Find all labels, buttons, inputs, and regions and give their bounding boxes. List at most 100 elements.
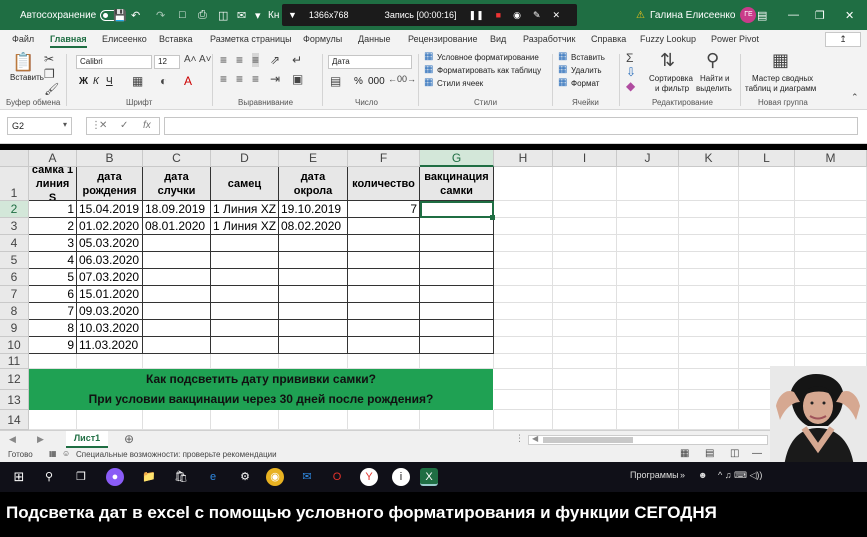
tab-power-pivot[interactable]: Power Pivot <box>711 34 759 44</box>
font-name-select[interactable]: Calibri <box>76 55 152 69</box>
grid-cell[interactable] <box>679 369 739 390</box>
delete-cells-button[interactable]: Удалить <box>571 66 602 75</box>
table-cell-e[interactable] <box>279 235 348 252</box>
table-cell-a[interactable]: 6 <box>29 286 77 303</box>
grid-cell[interactable] <box>494 390 553 410</box>
table-header-c[interactable]: дата случки <box>143 167 211 201</box>
column-header-j[interactable]: J <box>617 150 679 167</box>
table-cell-g[interactable] <box>420 320 494 337</box>
autosum-icon[interactable]: Σ <box>626 51 633 65</box>
table-cell-a[interactable]: 7 <box>29 303 77 320</box>
grid-cell[interactable] <box>348 354 420 369</box>
table-cell-e[interactable]: 08.02.2020 <box>279 218 348 235</box>
table-cell-a[interactable]: 4 <box>29 252 77 269</box>
grid-cell[interactable] <box>494 201 553 218</box>
table-cell-f[interactable] <box>348 320 420 337</box>
table-cell-f[interactable] <box>348 286 420 303</box>
grid-cell[interactable] <box>553 337 617 354</box>
grid-cell[interactable] <box>739 269 795 286</box>
grid-cell[interactable] <box>617 369 679 390</box>
filter-button[interactable]: и фильтр <box>655 84 689 93</box>
column-header-d[interactable]: D <box>211 150 279 167</box>
decrease-font-icon[interactable]: A˅ <box>199 54 212 65</box>
table-cell-d[interactable]: 1 Линия XZ <box>211 218 279 235</box>
recorder-pen-icon[interactable]: ✎ <box>533 10 541 21</box>
bold-button[interactable]: Ж <box>79 76 88 87</box>
collapse-ribbon-icon[interactable]: ⌃ <box>851 92 859 103</box>
grid-cell[interactable] <box>617 410 679 430</box>
table-cell-a[interactable]: 3 <box>29 235 77 252</box>
grid-cell[interactable] <box>494 218 553 235</box>
table-cell-e[interactable] <box>279 252 348 269</box>
grid-cell[interactable] <box>348 410 420 430</box>
search-icon[interactable]: ⚲ <box>40 468 58 486</box>
share-button[interactable]: ↥ <box>825 32 861 47</box>
column-header-g[interactable]: G <box>420 150 494 167</box>
table-cell-d[interactable] <box>211 269 279 286</box>
restore-icon[interactable]: ❐ <box>815 9 825 22</box>
programs-label[interactable]: Программы <box>630 470 679 480</box>
pivot-wizard-icon[interactable]: ▦ <box>772 50 789 71</box>
align-center-icon[interactable]: ≡ <box>236 72 243 86</box>
find-button[interactable]: Найти и <box>700 74 730 83</box>
grid-cell[interactable] <box>679 269 739 286</box>
table-cell-b[interactable]: 05.03.2020 <box>77 235 143 252</box>
tab-fuzzy-lookup[interactable]: Fuzzy Lookup <box>640 34 696 44</box>
recorder-camera-icon[interactable]: ◉ <box>513 10 521 21</box>
grid-cell[interactable] <box>795 337 867 354</box>
grid-cell[interactable] <box>795 286 867 303</box>
grid-cell[interactable] <box>617 390 679 410</box>
fill-handle[interactable] <box>490 215 495 220</box>
tab-eliseenko[interactable]: Елисеенко <box>102 34 147 44</box>
recorder-stop-icon[interactable]: ■ <box>496 10 501 20</box>
table-cell-c[interactable] <box>143 286 211 303</box>
grid-cell[interactable] <box>143 410 211 430</box>
table-cell-b[interactable]: 15.04.2019 <box>77 201 143 218</box>
align-right-icon[interactable]: ≡ <box>252 72 259 86</box>
grid-cell[interactable] <box>553 201 617 218</box>
table-cell-g[interactable] <box>420 252 494 269</box>
increase-decimal-icon[interactable]: ←0 <box>388 74 402 84</box>
column-header-l[interactable]: L <box>739 150 795 167</box>
sheet-tab-list1[interactable]: Лист1 <box>66 431 108 448</box>
align-middle-icon[interactable]: ≡ <box>236 53 243 67</box>
print-preview-icon[interactable]: ◫ <box>218 9 228 22</box>
row-header-4[interactable]: 4 <box>0 235 29 252</box>
table-cell-b[interactable]: 11.03.2020 <box>77 337 143 354</box>
conditional-formatting-button[interactable]: Условное форматирование <box>437 53 539 62</box>
tab-home[interactable]: Главная <box>50 34 87 48</box>
grid-cell[interactable] <box>553 286 617 303</box>
table-cell-c[interactable] <box>143 303 211 320</box>
percent-button[interactable]: % <box>354 76 363 87</box>
fill-icon[interactable]: ⇩ <box>626 65 636 79</box>
tab-page-layout[interactable]: Разметка страницы <box>210 34 292 44</box>
enter-icon[interactable]: ✓ <box>120 120 128 131</box>
grid-cell[interactable] <box>494 167 553 201</box>
insert-cells-button[interactable]: Вставить <box>571 53 605 62</box>
system-tray[interactable]: ^ ♫ ⌨ ◁)) <box>718 470 762 481</box>
grid-cell[interactable] <box>739 235 795 252</box>
format-cells-button[interactable]: Формат <box>571 79 599 88</box>
tab-developer[interactable]: Разработчик <box>523 34 575 44</box>
grid-cell[interactable] <box>679 354 739 369</box>
table-cell-f[interactable] <box>348 252 420 269</box>
grid-cell[interactable] <box>420 410 494 430</box>
grid-cell[interactable] <box>553 410 617 430</box>
underline-button[interactable]: Ч <box>106 76 113 87</box>
table-cell-d[interactable] <box>211 286 279 303</box>
tab-file[interactable]: Файл <box>12 34 34 44</box>
table-cell-a[interactable]: 2 <box>29 218 77 235</box>
grid-cell[interactable] <box>494 286 553 303</box>
table-header-f[interactable]: количество <box>348 167 420 201</box>
grid-cell[interactable] <box>679 320 739 337</box>
table-header-d[interactable]: самец <box>211 167 279 201</box>
programs-expand-icon[interactable]: » <box>680 470 685 480</box>
table-cell-g[interactable] <box>420 286 494 303</box>
customize-qat-icon[interactable]: ▾ <box>255 9 261 22</box>
row-header-5[interactable]: 5 <box>0 252 29 269</box>
grid-cell[interactable] <box>553 320 617 337</box>
insert-function-icon[interactable]: fx <box>143 120 151 131</box>
file-explorer-icon[interactable]: 📁 <box>140 468 158 486</box>
row-header-14[interactable]: 14 <box>0 410 29 430</box>
table-cell-e[interactable]: 19.10.2019 <box>279 201 348 218</box>
